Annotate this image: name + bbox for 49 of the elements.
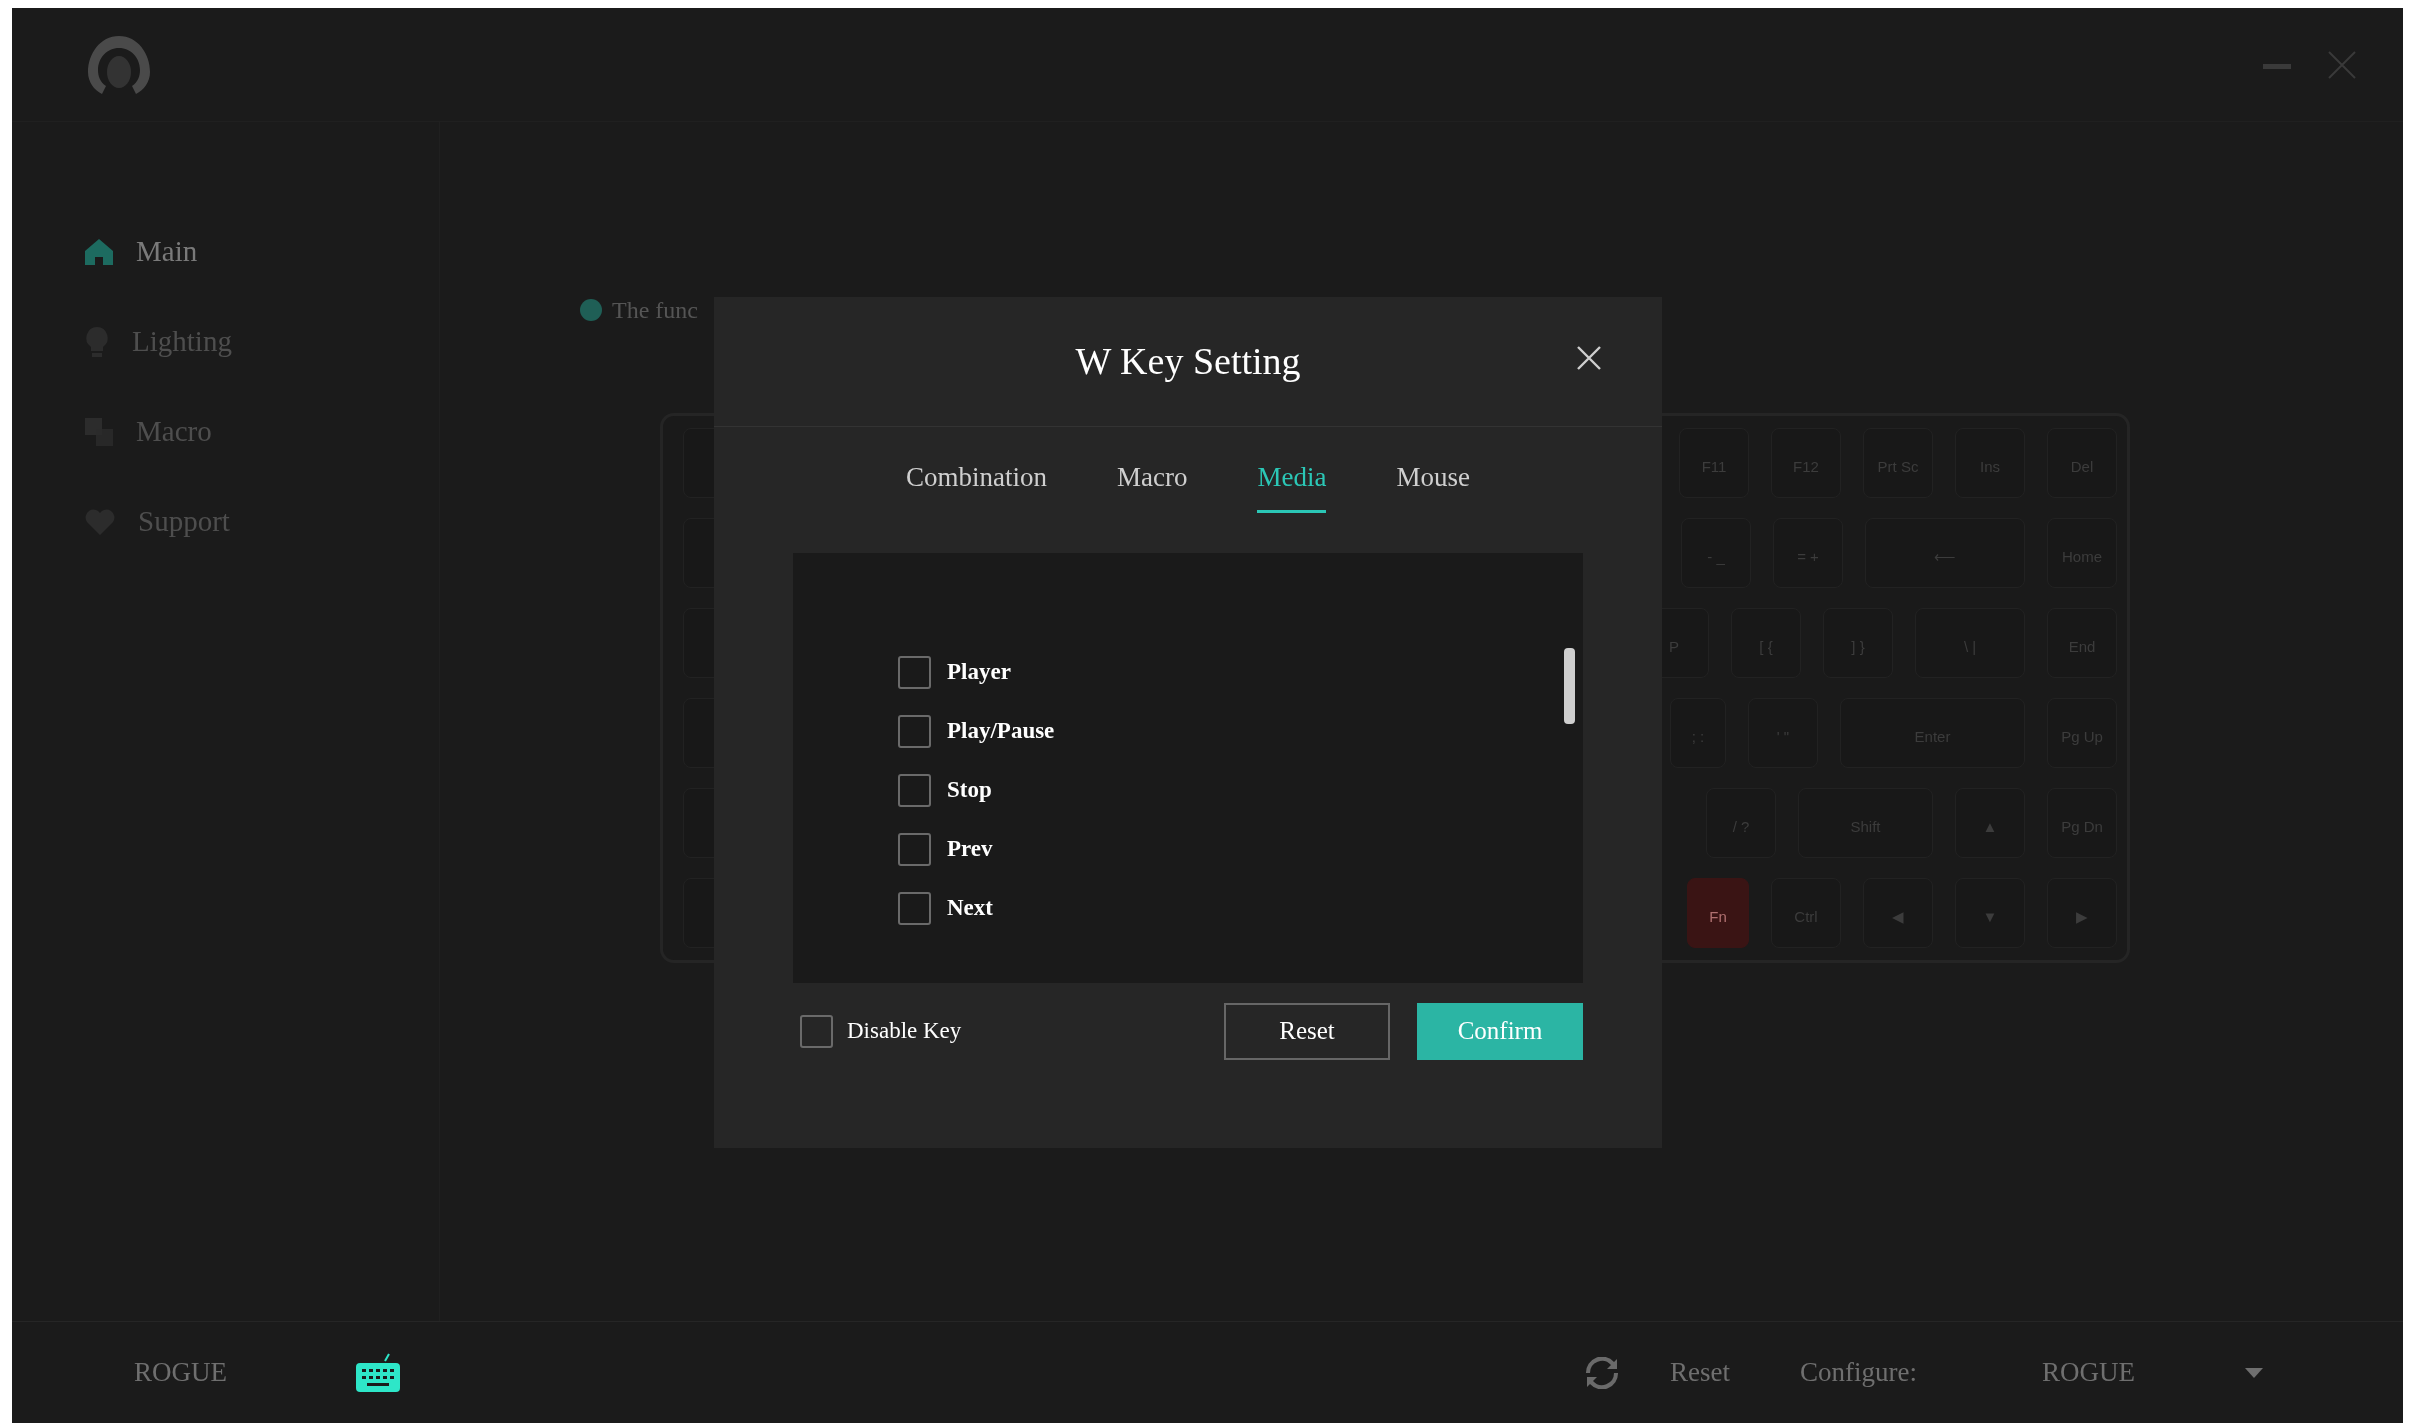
notice-text: The func (612, 296, 698, 325)
keyboard-key[interactable]: ; : (1670, 698, 1726, 768)
checkbox[interactable] (898, 832, 931, 866)
scrollbar-thumb[interactable] (1564, 647, 1575, 724)
keyboard-key[interactable]: ⟵ (1865, 518, 2025, 588)
tab[interactable]: Combination (906, 457, 1047, 513)
option-label: Next (947, 893, 993, 922)
configure-label: Configure: (1800, 1356, 1917, 1390)
reset-link[interactable]: Reset (1670, 1352, 1730, 1393)
minimize-icon (2263, 61, 2291, 70)
info-dot-icon (580, 299, 602, 321)
tab[interactable]: Mouse (1396, 457, 1470, 513)
caret-icon (2245, 1367, 2263, 1378)
dialog-title: W Key Setting (1075, 339, 1301, 384)
keyboard-key[interactable]: ◀ (1863, 878, 1933, 948)
option-label: Play/Pause (947, 716, 1055, 745)
reset-button[interactable]: Reset (1224, 1002, 1390, 1060)
keyboard-key[interactable]: - _ (1681, 518, 1751, 588)
keyboard-key[interactable]: [ { (1731, 608, 1801, 678)
keyboard-key[interactable]: \ | (1915, 608, 2025, 678)
close-icon (1576, 345, 1602, 372)
keyboard-key[interactable]: ▶ (2047, 878, 2117, 948)
keyboard-key[interactable]: ▼ (1955, 878, 2025, 948)
option-label: Player (947, 657, 1011, 686)
keyboard-key[interactable]: / ? (1706, 788, 1776, 858)
keyboard-key[interactable]: ▲ (1955, 788, 2025, 858)
keyboard-icon[interactable] (355, 1352, 401, 1393)
checkbox[interactable] (898, 891, 931, 925)
disable-key-label: Disable Key (847, 1016, 962, 1045)
checkbox[interactable] (800, 1014, 833, 1048)
option-label: Prev (947, 834, 993, 863)
tab[interactable]: Macro (1117, 457, 1188, 513)
close-icon (2327, 49, 2357, 80)
keyboard-key[interactable]: Fn (1687, 878, 1749, 948)
profile-dropdown[interactable]: ROGUE (2042, 1352, 2263, 1393)
checkbox[interactable] (898, 773, 931, 807)
checkbox[interactable] (898, 655, 931, 689)
refresh-icon[interactable] (1584, 1356, 1620, 1389)
keyboard-key[interactable]: = + (1773, 518, 1843, 588)
home-icon (84, 238, 114, 266)
close-button[interactable] (1576, 345, 1602, 372)
keyboard-key[interactable]: ' " (1748, 698, 1818, 768)
sidebar-item[interactable]: Main (12, 207, 439, 297)
confirm-button[interactable]: Confirm (1417, 1002, 1583, 1060)
keyboard-key[interactable]: ] } (1823, 608, 1893, 678)
tab[interactable]: Media (1257, 457, 1327, 513)
checkbox[interactable] (898, 714, 931, 748)
device-name: ROGUE (134, 1356, 227, 1390)
option-label: Stop (947, 775, 992, 804)
